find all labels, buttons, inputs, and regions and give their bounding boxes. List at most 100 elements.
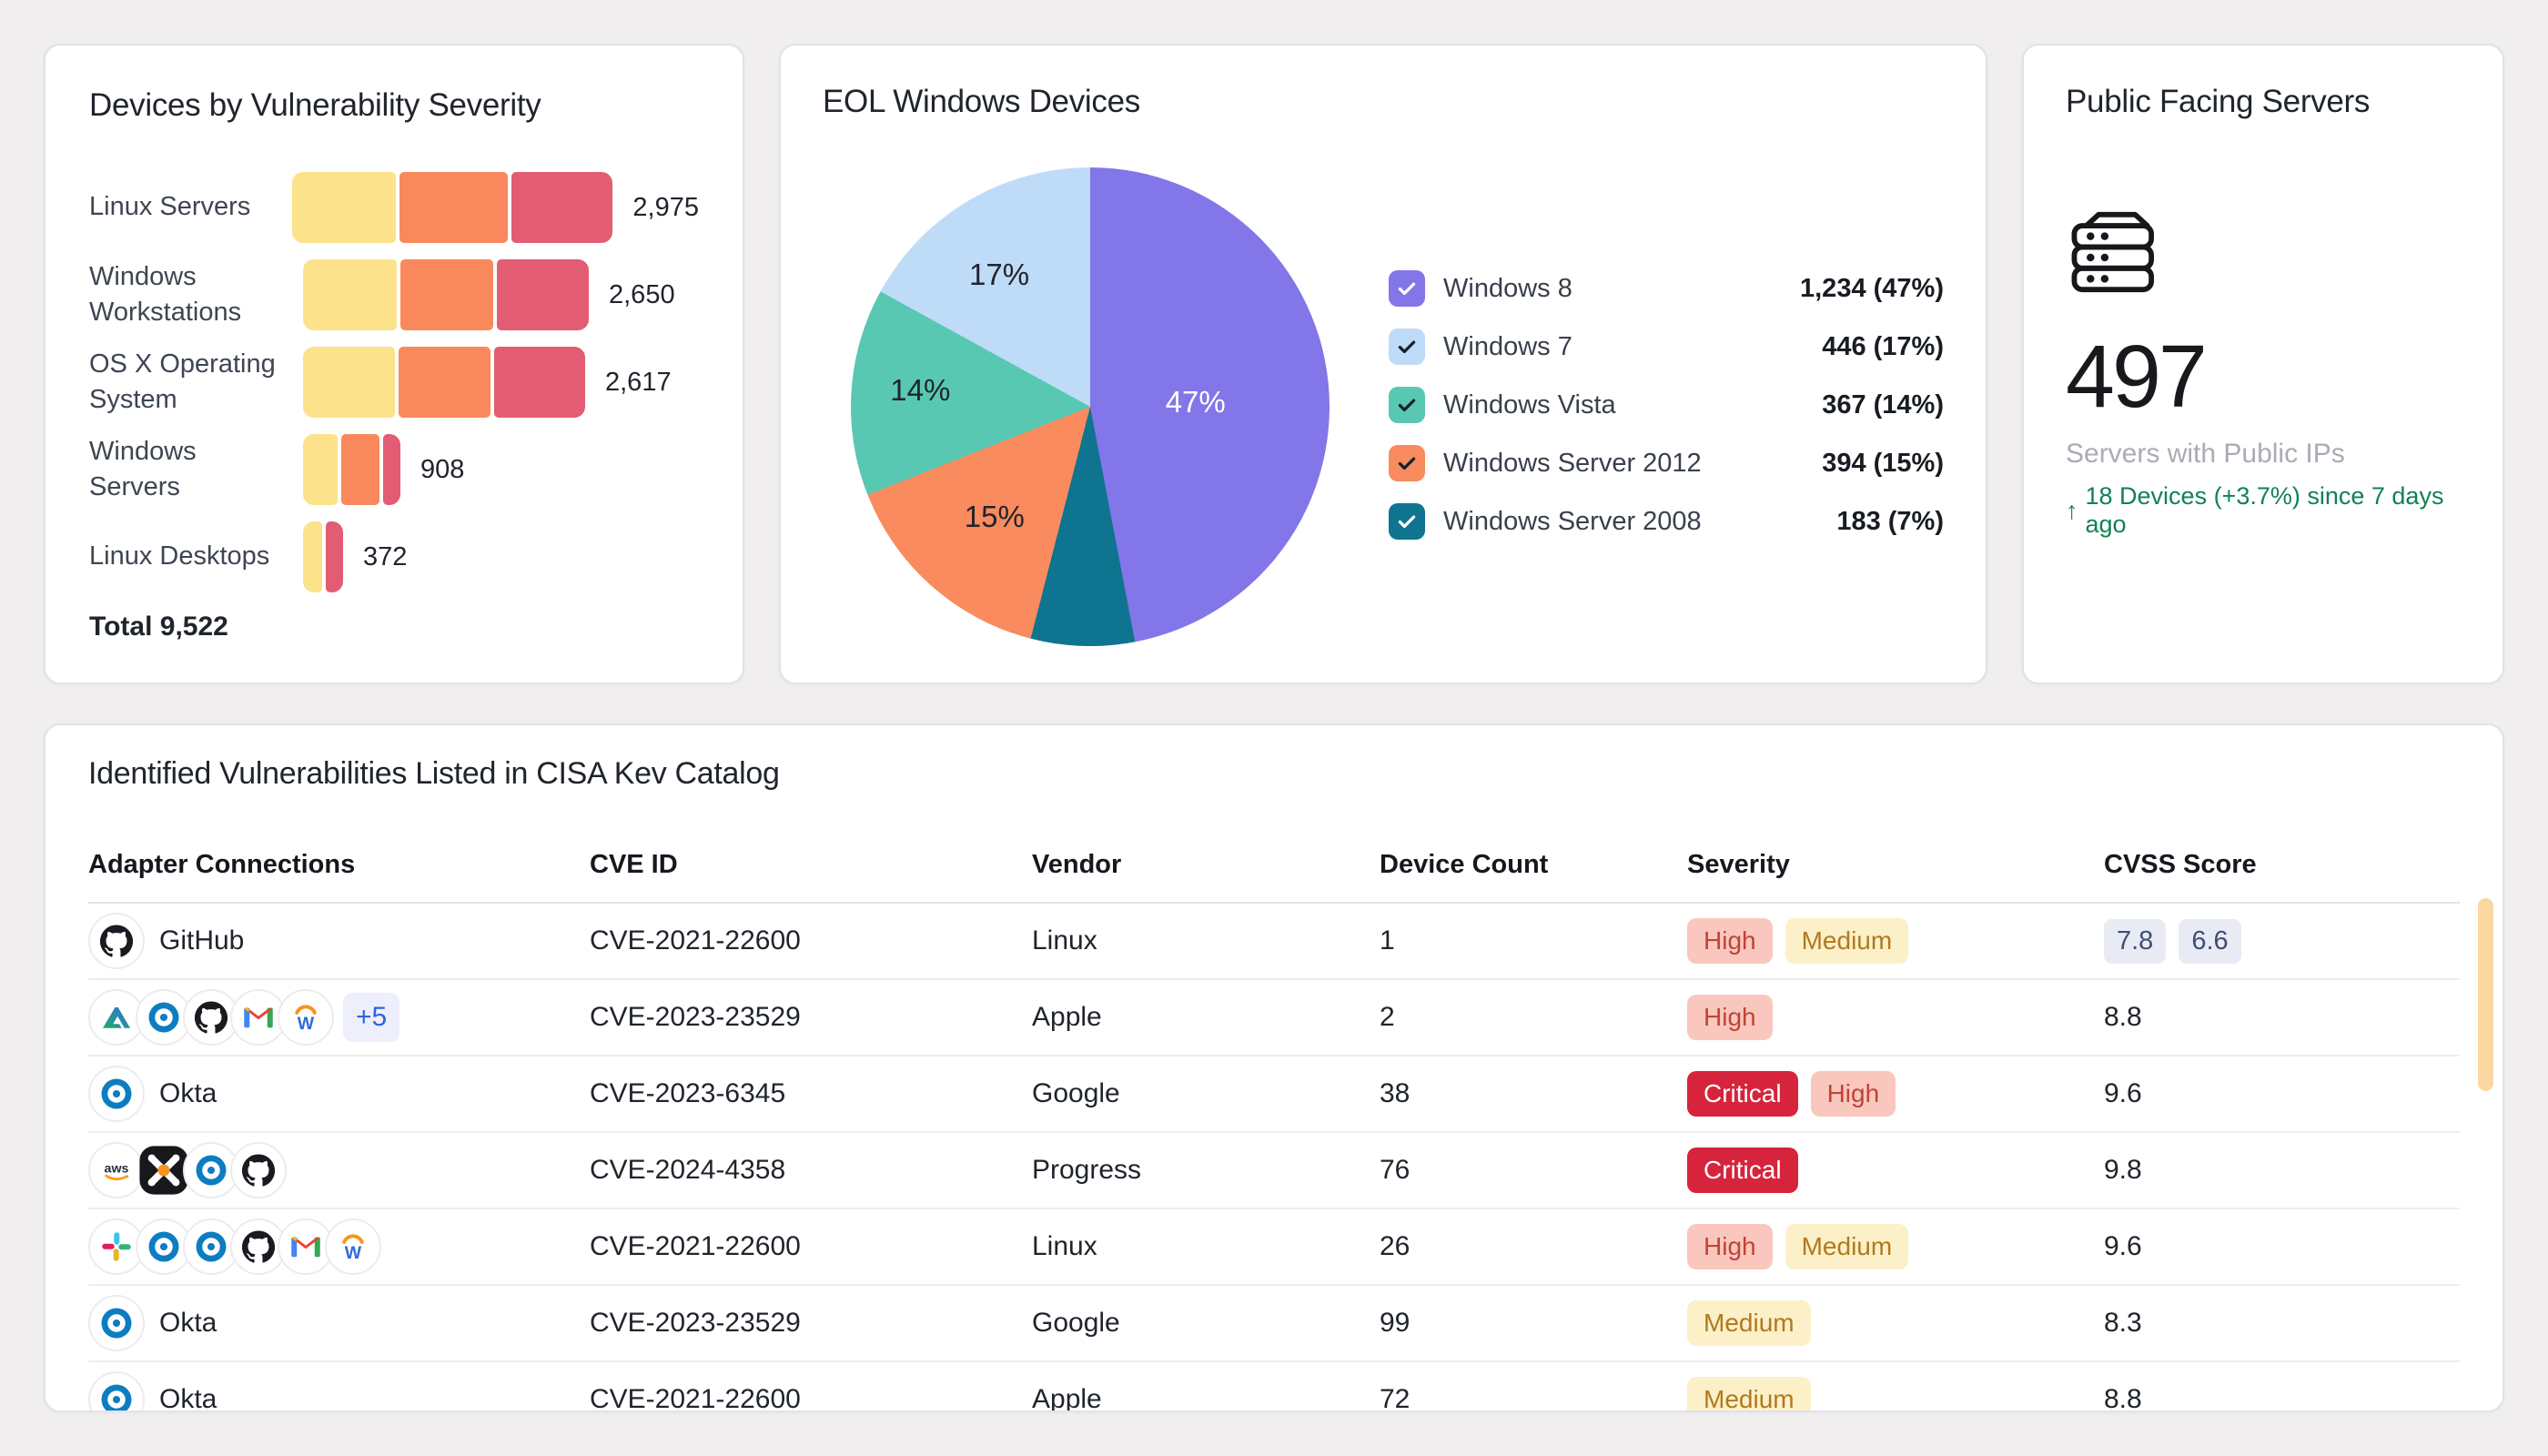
pie-slice-label: 15% xyxy=(965,500,1025,534)
cvss-score-cell: 9.6 xyxy=(2104,1078,2460,1109)
bar-row-label: Linux Servers xyxy=(89,189,292,225)
table-row[interactable]: OktaCVE-2023-23529Google99Medium8.3 xyxy=(88,1286,2460,1362)
legend-checkbox-icon[interactable] xyxy=(1389,329,1425,365)
severity-cell: HighMedium xyxy=(1687,918,2104,964)
cvss-value: 9.6 xyxy=(2104,1231,2142,1262)
column-header: Device Count xyxy=(1380,850,1687,880)
vendor-cell: Progress xyxy=(1032,1155,1380,1186)
eol-pie-chart: 47%15%14%17% xyxy=(851,167,1330,646)
stacked-bar xyxy=(303,521,343,592)
cvss-score-cell: 9.8 xyxy=(2104,1155,2460,1186)
severity-total-value: 9,522 xyxy=(160,612,228,642)
legend-checkbox-icon[interactable] xyxy=(1389,387,1425,423)
cve-id-cell: CVE-2021-22600 xyxy=(590,1231,1032,1262)
bar-row: OS X Operating System 2,617 xyxy=(89,339,699,426)
pie-slice-label: 14% xyxy=(890,373,950,408)
vendor-cell: Google xyxy=(1032,1308,1380,1339)
okta-icon xyxy=(88,1371,145,1412)
pie-slice-label: 47% xyxy=(1166,385,1226,420)
public-servers-subtitle: Servers with Public IPs xyxy=(2066,439,2461,470)
table-row[interactable]: GitHubCVE-2021-22600Linux1HighMedium7.86… xyxy=(88,904,2460,980)
bar-segment xyxy=(303,347,395,418)
bar-segment xyxy=(399,347,490,418)
legend-checkbox-icon[interactable] xyxy=(1389,445,1425,481)
legend-value: 1,234 (47%) xyxy=(1800,274,1944,304)
eol-windows-devices-card: EOL Windows Devices 47%15%14%17% Windows… xyxy=(779,44,1987,684)
legend-value: 367 (14%) xyxy=(1822,390,1944,420)
public-facing-servers-card: Public Facing Servers 497 Servers with P… xyxy=(2022,44,2504,684)
adapter-connections-cell: W xyxy=(88,1218,590,1275)
severity-badge: High xyxy=(1811,1071,1896,1117)
adapter-connections-cell: Okta xyxy=(88,1371,590,1412)
bar-group: 908 xyxy=(303,434,464,505)
table-scrollbar-thumb[interactable] xyxy=(2478,898,2493,1091)
bar-value: 2,975 xyxy=(632,193,699,223)
bar-segment xyxy=(292,172,396,243)
device-count-cell: 99 xyxy=(1380,1308,1687,1339)
adapter-connections-cell: W +5 xyxy=(88,989,590,1046)
legend-value: 394 (15%) xyxy=(1822,449,1944,479)
vendor-cell: Apple xyxy=(1032,1384,1380,1412)
legend-row: Windows 7446 (17%) xyxy=(1389,329,1944,365)
table-row[interactable]: aws CVE-2024-4358Progress76Critical9.8 xyxy=(88,1133,2460,1209)
github-icon xyxy=(230,1142,287,1198)
legend-label: Windows Vista xyxy=(1443,390,1616,420)
column-header: Adapter Connections xyxy=(88,850,590,880)
cve-id-cell: CVE-2024-4358 xyxy=(590,1155,1032,1186)
table-row[interactable]: WCVE-2021-22600Linux26HighMedium9.6 xyxy=(88,1209,2460,1286)
svg-text:aws: aws xyxy=(105,1161,129,1176)
severity-total-label: Total xyxy=(89,612,152,642)
bar-segment xyxy=(400,259,494,330)
legend-value: 183 (7%) xyxy=(1836,507,1944,537)
adapter-name: Okta xyxy=(159,1308,217,1339)
workday-icon: W xyxy=(278,989,334,1046)
device-count-cell: 76 xyxy=(1380,1155,1687,1186)
cve-id-cell: CVE-2023-23529 xyxy=(590,1308,1032,1339)
bar-segment xyxy=(494,347,585,418)
adapter-name: Okta xyxy=(159,1384,217,1412)
bar-row: Windows Workstations2,650 xyxy=(89,251,699,339)
more-adapters-badge[interactable]: +5 xyxy=(343,993,399,1042)
table-row[interactable]: OktaCVE-2023-6345Google38CriticalHigh9.6 xyxy=(88,1057,2460,1133)
svg-text:W: W xyxy=(298,1014,315,1034)
okta-icon xyxy=(88,1295,145,1351)
bar-value: 2,617 xyxy=(605,368,672,398)
severity-cell: HighMedium xyxy=(1687,1224,2104,1269)
devices-by-severity-card: Devices by Vulnerability Severity Linux … xyxy=(44,44,744,684)
severity-badge: High xyxy=(1687,995,1773,1040)
table-row[interactable]: OktaCVE-2021-22600Apple72Medium8.8 xyxy=(88,1362,2460,1412)
cvss-score-cell: 7.86.6 xyxy=(2104,919,2460,964)
legend-checkbox-icon[interactable] xyxy=(1389,503,1425,540)
bar-row: Windows Servers908 xyxy=(89,426,699,513)
bar-row-label: Windows Servers xyxy=(89,434,303,505)
adapter-name: GitHub xyxy=(159,925,244,956)
cvss-value: 8.8 xyxy=(2104,1002,2142,1033)
bar-segment xyxy=(303,434,338,505)
table-row[interactable]: W+5CVE-2023-23529Apple2High8.8 xyxy=(88,980,2460,1057)
bar-row-label: Windows Workstations xyxy=(89,259,303,330)
device-count-cell: 38 xyxy=(1380,1078,1687,1109)
cve-id-cell: CVE-2021-22600 xyxy=(590,925,1032,956)
bar-row: Linux Servers 2,975 xyxy=(89,164,699,251)
bar-group: 2,617 xyxy=(303,347,672,418)
bar-row-label: OS X Operating System xyxy=(89,347,303,418)
bar-segment xyxy=(497,259,589,330)
stacked-bar xyxy=(292,172,612,243)
adapter-connections-cell: Okta xyxy=(88,1295,590,1351)
cvss-score-cell: 8.3 xyxy=(2104,1308,2460,1339)
bar-segment xyxy=(399,172,508,243)
stacked-bar xyxy=(303,259,589,330)
severity-cell: High xyxy=(1687,995,2104,1040)
adapter-connections-cell: Okta xyxy=(88,1066,590,1122)
severity-total: Total 9,522 xyxy=(89,612,699,642)
bar-group: 372 xyxy=(303,521,407,592)
server-stack-icon xyxy=(2066,207,2164,297)
severity-cell: Critical xyxy=(1687,1148,2104,1193)
cvss-score-cell: 8.8 xyxy=(2104,1384,2460,1412)
severity-badge: High xyxy=(1687,1224,1773,1269)
cvss-badge: 6.6 xyxy=(2179,919,2240,964)
cve-id-cell: CVE-2023-6345 xyxy=(590,1078,1032,1109)
legend-checkbox-icon[interactable] xyxy=(1389,270,1425,307)
bar-segment xyxy=(303,521,322,592)
eol-legend: Windows 81,234 (47%)Windows 7446 (17%)Wi… xyxy=(1389,270,1944,540)
